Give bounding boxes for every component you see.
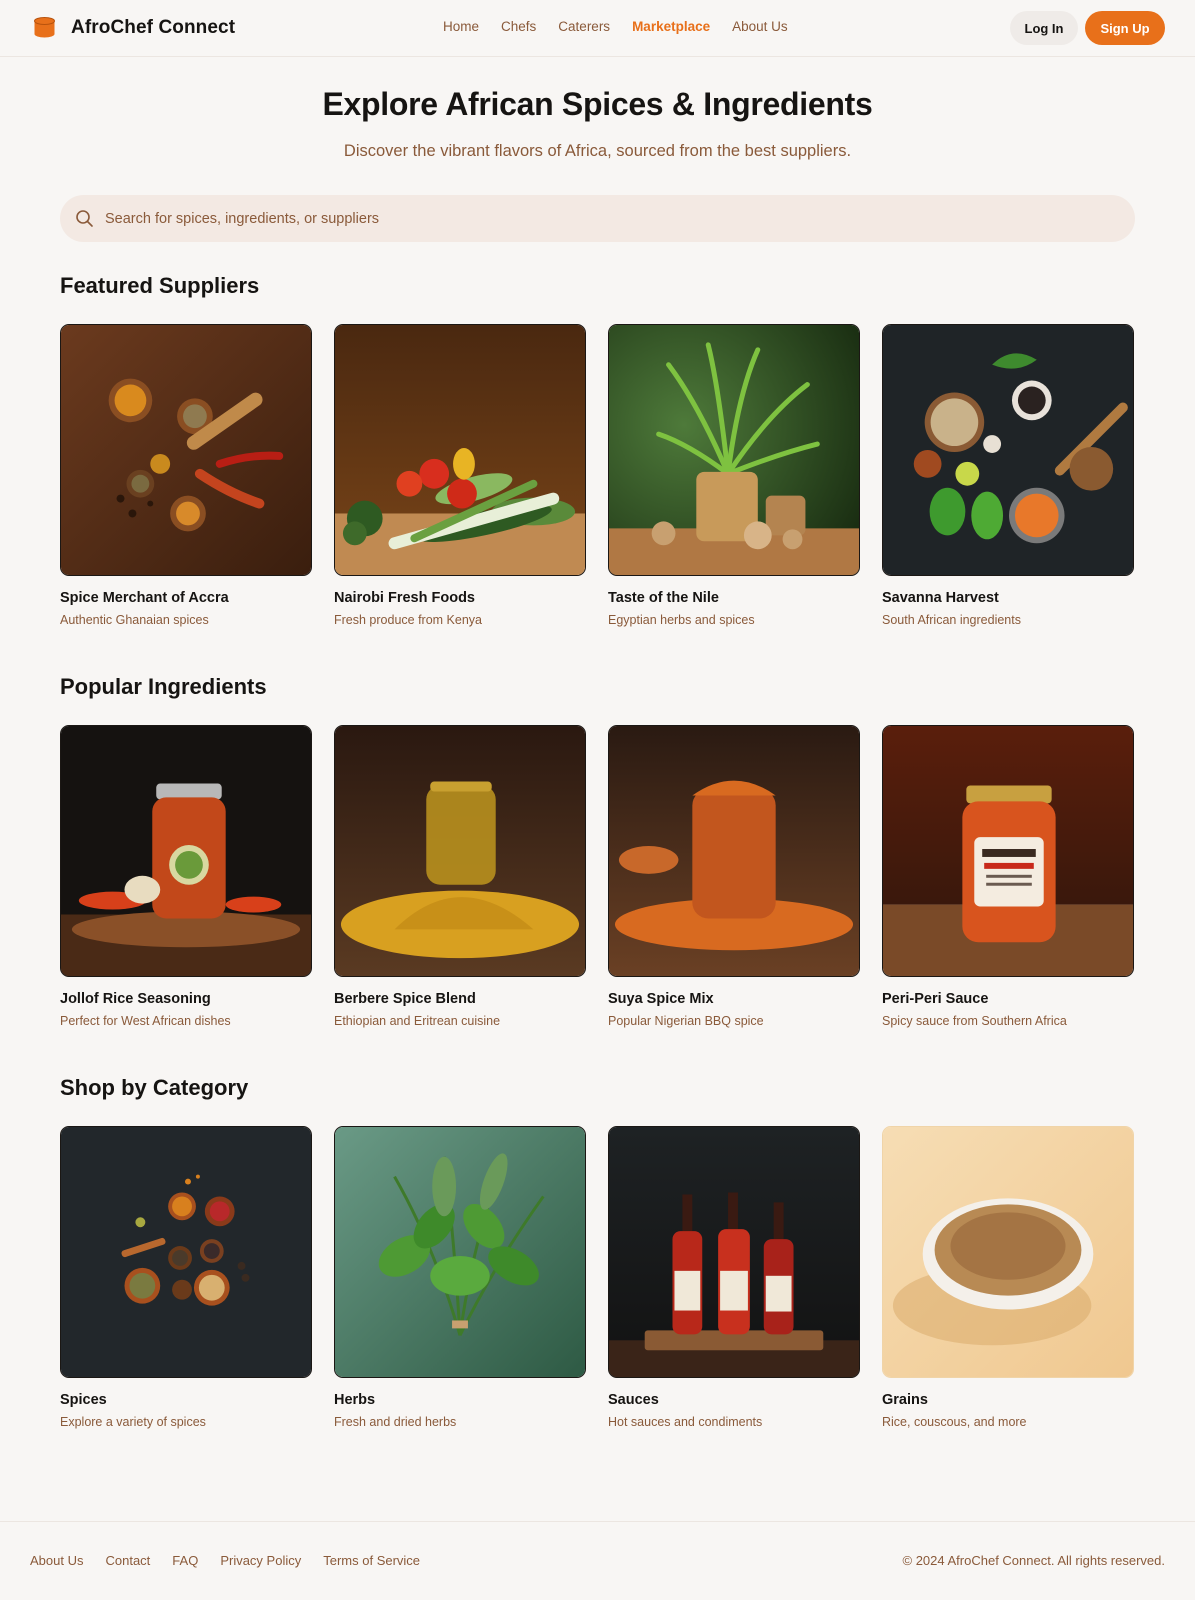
hot-sauce-bottles-image <box>608 1126 860 1378</box>
card-title: Peri-Peri Sauce <box>882 991 989 1007</box>
categories-grid: Spices Explore a variety of spices Herbs <box>60 1126 1135 1446</box>
card-title: Jollof Rice Seasoning <box>60 991 211 1007</box>
ingredient-card[interactable]: Jollof Rice Seasoning Perfect for West A… <box>60 725 312 1028</box>
spice-jar-image <box>334 725 586 977</box>
ingredient-card[interactable]: Peri-Peri Sauce Spicy sauce from Souther… <box>882 725 1134 1028</box>
search-input[interactable] <box>105 195 1115 242</box>
nav-caterers[interactable]: Caterers <box>558 19 610 34</box>
footer-links: About Us Contact FAQ Privacy Policy Term… <box>30 1553 442 1568</box>
card-title: Herbs <box>334 1392 376 1408</box>
card-title: Taste of the Nile <box>608 590 719 606</box>
seasoning-jar-image <box>60 725 312 977</box>
copyright-text: © 2024 AfroChef Connect. All rights rese… <box>902 1553 1166 1568</box>
category-card-sauces[interactable]: Sauces Hot sauces and condiments <box>608 1126 860 1429</box>
vegetables-image <box>334 324 586 576</box>
card-description: Egyptian herbs and spices <box>608 613 755 627</box>
suppliers-grid: Spice Merchant of Accra Authentic Ghanai… <box>60 324 1135 644</box>
card-description: Ethiopian and Eritrean cuisine <box>334 1014 501 1028</box>
main-nav: Home Chefs Caterers Marketplace About Us <box>443 19 810 34</box>
page-title: Explore African Spices & Ingredients <box>322 86 873 122</box>
card-title: Sauces <box>608 1392 659 1408</box>
nav-marketplace[interactable]: Marketplace <box>632 19 710 34</box>
page-subtitle: Discover the vibrant flavors of Africa, … <box>343 142 852 160</box>
popular-ingredients-heading: Popular Ingredients <box>60 674 267 699</box>
featured-suppliers-heading: Featured Suppliers <box>60 273 260 298</box>
grain-bowl-image <box>882 1126 1134 1378</box>
card-title: Berbere Spice Blend <box>334 991 476 1007</box>
pot-logo-icon <box>33 16 56 39</box>
top-navbar: AfroChef Connect Home Chefs Caterers Mar… <box>0 0 1195 57</box>
category-card-herbs[interactable]: Herbs Fresh and dried herbs <box>334 1126 586 1429</box>
footer: About Us Contact FAQ Privacy Policy Term… <box>0 1521 1195 1600</box>
card-title: Savanna Harvest <box>882 590 999 606</box>
card-description: South African ingredients <box>882 613 1021 627</box>
footer-link-faq[interactable]: FAQ <box>172 1553 198 1568</box>
ingredients-grid: Jollof Rice Seasoning Perfect for West A… <box>60 725 1135 1045</box>
search-bar <box>60 195 1135 242</box>
spice-bowls-image <box>60 1126 312 1378</box>
suya-jar-image <box>608 725 860 977</box>
ingredients-flatlay-image <box>882 324 1134 576</box>
footer-link-terms-of-service[interactable]: Terms of Service <box>323 1553 420 1568</box>
signup-button[interactable]: Sign Up <box>1085 11 1165 45</box>
card-description: Fresh and dried herbs <box>334 1415 457 1429</box>
nav-about-us[interactable]: About Us <box>732 19 788 34</box>
card-title: Grains <box>882 1392 928 1408</box>
brand-name: AfroChef Connect <box>71 16 236 38</box>
ingredient-card[interactable]: Suya Spice Mix Popular Nigerian BBQ spic… <box>608 725 860 1028</box>
card-description: Perfect for West African dishes <box>60 1014 231 1028</box>
supplier-card[interactable]: Taste of the Nile Egyptian herbs and spi… <box>608 324 860 627</box>
card-description: Popular Nigerian BBQ spice <box>608 1014 764 1028</box>
ingredient-card[interactable]: Berbere Spice Blend Ethiopian and Eritre… <box>334 725 586 1028</box>
nav-home[interactable]: Home <box>443 19 479 34</box>
nav-chefs[interactable]: Chefs <box>501 19 536 34</box>
login-button[interactable]: Log In <box>1010 11 1078 45</box>
card-description: Fresh produce from Kenya <box>334 613 482 627</box>
card-description: Rice, couscous, and more <box>882 1415 1027 1429</box>
brand-logo[interactable]: AfroChef Connect <box>33 16 235 39</box>
card-description: Explore a variety of spices <box>60 1415 206 1429</box>
card-title: Suya Spice Mix <box>608 991 714 1007</box>
sauce-jar-image <box>882 725 1134 977</box>
card-title: Spice Merchant of Accra <box>60 590 229 606</box>
herbs-bunch-image <box>334 1126 586 1378</box>
category-card-spices[interactable]: Spices Explore a variety of spices <box>60 1126 312 1429</box>
shop-by-category-heading: Shop by Category <box>60 1075 249 1100</box>
category-card-grains[interactable]: Grains Rice, couscous, and more <box>882 1126 1134 1429</box>
card-description: Authentic Ghanaian spices <box>60 613 209 627</box>
spices-on-wood-image <box>60 324 312 576</box>
supplier-card[interactable]: Nairobi Fresh Foods Fresh produce from K… <box>334 324 586 627</box>
card-description: Hot sauces and condiments <box>608 1415 763 1429</box>
search-icon <box>75 209 94 228</box>
supplier-card[interactable]: Savanna Harvest South African ingredient… <box>882 324 1134 627</box>
footer-link-privacy-policy[interactable]: Privacy Policy <box>220 1553 301 1568</box>
card-title: Nairobi Fresh Foods <box>334 590 475 606</box>
potted-plant-image <box>608 324 860 576</box>
supplier-card[interactable]: Spice Merchant of Accra Authentic Ghanai… <box>60 324 312 627</box>
card-description: Spicy sauce from Southern Africa <box>882 1014 1067 1028</box>
footer-link-about-us[interactable]: About Us <box>30 1553 83 1568</box>
footer-link-contact[interactable]: Contact <box>105 1553 150 1568</box>
card-title: Spices <box>60 1392 107 1408</box>
